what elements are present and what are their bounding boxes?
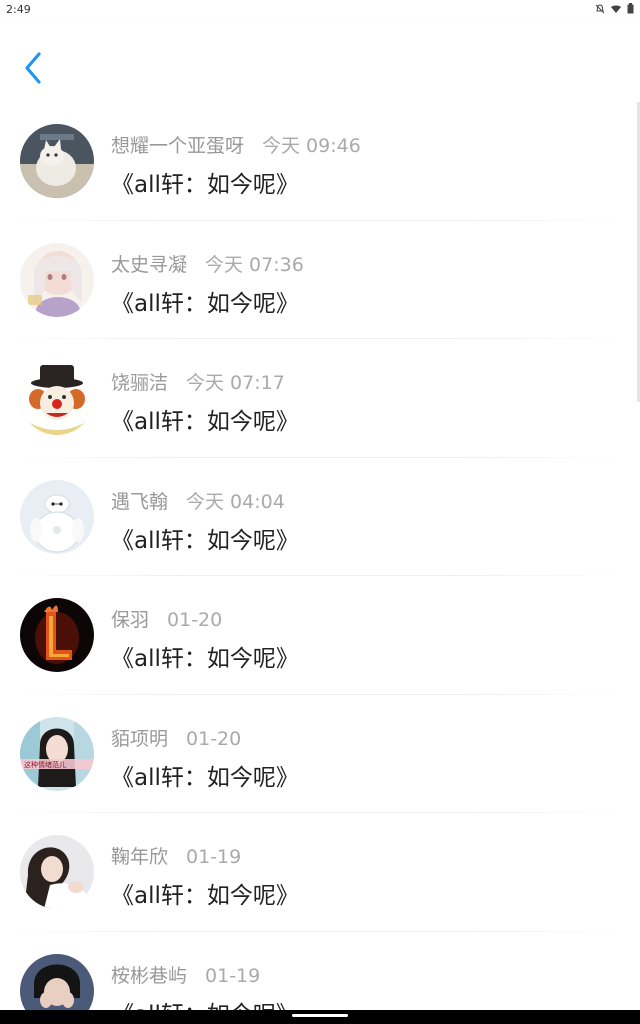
conversation-time: 01-19 xyxy=(186,846,242,868)
conversation-row[interactable]: 这种情绪范儿 貊项明 01-20 《all轩：如今呢》 xyxy=(0,695,636,813)
conversation-row[interactable]: 保羽 01-20 《all轩：如今呢》 xyxy=(0,576,636,695)
baymax-avatar xyxy=(20,479,94,554)
conversation-list[interactable]: 想耀一个亚蛋呀 今天 09:46 《all轩：如今呢》 太史寻凝 今天 07:36 xyxy=(0,102,636,1010)
conversation-name: 想耀一个亚蛋呀 xyxy=(111,135,245,157)
person-photo-avatar xyxy=(20,953,94,1010)
system-nav-bar xyxy=(0,1010,640,1024)
bell-off-icon xyxy=(595,3,605,17)
conversation-time: 今天 07:36 xyxy=(205,253,304,276)
conversation-meta: 保羽 01-20 xyxy=(111,605,222,632)
conversation-message: 《all轩：如今呢》 xyxy=(111,290,299,317)
conversation-message: 《all轩：如今呢》 xyxy=(111,172,299,198)
conversation-row[interactable]: 鞠年欣 01-19 《all轩：如今呢》 xyxy=(0,813,636,932)
conversation-name: 遇飞翰 xyxy=(111,490,169,513)
conversation-row[interactable]: 太史寻凝 今天 07:36 《all轩：如今呢》 xyxy=(0,221,636,339)
conversation-row[interactable]: 桉彬巷屿 01-19 《all轩：如今呢》 xyxy=(0,932,636,1011)
conversation-meta: 遇飞翰 今天 04:04 xyxy=(111,487,285,514)
conversation-row[interactable]: 想耀一个亚蛋呀 今天 09:46 《all轩：如今呢》 xyxy=(0,102,636,221)
conversation-row[interactable]: 遇飞翰 今天 04:04 《all轩：如今呢》 xyxy=(0,458,636,576)
status-bar: 2:49 xyxy=(0,0,640,20)
conversation-name: 桉彬巷屿 xyxy=(111,964,188,987)
back-button[interactable] xyxy=(18,50,50,86)
svg-text:这种情绪范儿: 这种情绪范儿 xyxy=(24,760,66,769)
woman-photo-avatar xyxy=(20,835,94,909)
conversation-message: 《all轩：如今呢》 xyxy=(111,409,299,435)
conversation-message: 《all轩：如今呢》 xyxy=(111,764,299,791)
conversation-meta: 桉彬巷屿 01-19 xyxy=(111,961,260,988)
conversation-message: 《all轩：如今呢》 xyxy=(111,995,299,1011)
cat-avatar xyxy=(20,124,94,198)
conversation-time: 01-20 xyxy=(186,727,242,750)
fire-letter-l-avatar xyxy=(20,598,94,672)
battery-icon xyxy=(627,3,634,17)
conversation-name: 鞠年欣 xyxy=(111,846,169,868)
conversation-time: 今天 07:17 xyxy=(186,372,285,394)
conversation-name: 貊项明 xyxy=(111,727,169,750)
app-bar xyxy=(0,20,640,102)
status-time: 2:49 xyxy=(6,3,31,16)
home-indicator[interactable] xyxy=(292,1014,348,1017)
conversation-row[interactable]: 饶骊洁 今天 07:17 《all轩：如今呢》 xyxy=(0,339,636,458)
wifi-icon xyxy=(610,4,622,17)
conversation-meta: 想耀一个亚蛋呀 今天 09:46 xyxy=(111,131,361,158)
conversation-meta: 太史寻凝 今天 07:36 xyxy=(111,250,304,277)
conversation-message: 《all轩：如今呢》 xyxy=(111,883,299,909)
conversation-name: 保羽 xyxy=(111,609,150,631)
conversation-meta: 貊项明 01-20 xyxy=(111,724,241,751)
chevron-left-icon xyxy=(25,52,41,84)
conversation-name: 太史寻凝 xyxy=(111,253,188,276)
screen: 2:49 想耀一个亚蛋呀 今天 09:46 《all轩：如今呢》 太史寻凝 今天… xyxy=(0,0,640,1024)
conversation-meta: 鞠年欣 01-19 xyxy=(111,842,241,869)
status-icons xyxy=(595,3,634,17)
conversation-time: 今天 09:46 xyxy=(262,135,361,157)
conversation-time: 01-20 xyxy=(167,609,223,631)
girl-photo-avatar: 这种情绪范儿 xyxy=(20,716,94,791)
conversation-name: 饶骊洁 xyxy=(111,372,169,394)
conversation-meta: 饶骊洁 今天 07:17 xyxy=(111,368,285,395)
anime-girl-avatar xyxy=(20,242,94,317)
conversation-message: 《all轩：如今呢》 xyxy=(111,646,299,672)
clown-avatar xyxy=(20,361,94,435)
conversation-message: 《all轩：如今呢》 xyxy=(111,527,299,554)
conversation-time: 01-19 xyxy=(205,964,261,987)
conversation-time: 今天 04:04 xyxy=(186,490,285,513)
